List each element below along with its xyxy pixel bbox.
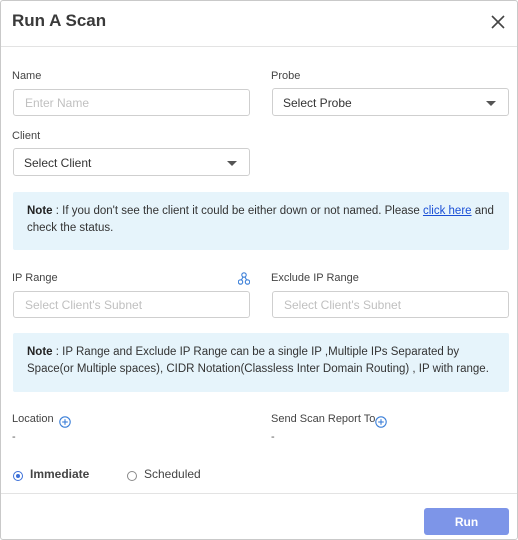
click-here-link[interactable]: click here: [423, 205, 472, 217]
location-value: -: [12, 431, 16, 443]
ip-range-note: Note : IP Range and Exclude IP Range can…: [13, 333, 509, 392]
location-label: Location: [12, 413, 54, 425]
immediate-label[interactable]: Immediate: [30, 467, 89, 481]
note-text: : IP Range and Exclude IP Range can be a…: [27, 346, 489, 375]
probe-select[interactable]: Select Probe: [272, 88, 509, 116]
exclude-ip-range-label: Exclude IP Range: [271, 272, 359, 284]
chevron-down-icon: [227, 161, 237, 166]
dialog-header: Run A Scan: [1, 1, 517, 47]
close-icon[interactable]: [487, 11, 509, 33]
note-prefix: Note: [27, 346, 53, 358]
client-label: Client: [12, 130, 41, 142]
name-label: Name: [12, 70, 42, 82]
client-selected-value: Select Client: [24, 156, 92, 170]
chevron-down-icon: [486, 101, 496, 106]
send-report-label: Send Scan Report To: [271, 413, 376, 425]
footer-divider: [1, 493, 517, 494]
run-button[interactable]: Run: [424, 508, 509, 535]
scheduled-radio[interactable]: [127, 471, 137, 481]
ip-range-label: IP Range: [12, 272, 58, 284]
note-text: : If you don't see the client it could b…: [52, 205, 423, 217]
immediate-radio[interactable]: [13, 471, 23, 481]
client-select[interactable]: Select Client: [13, 148, 250, 176]
add-recipient-icon[interactable]: [375, 415, 387, 428]
dialog-title: Run A Scan: [12, 11, 107, 30]
client-note: Note : If you don't see the client it co…: [13, 192, 509, 250]
exclude-ip-range-input[interactable]: [272, 291, 509, 318]
probe-label: Probe: [271, 70, 301, 82]
probe-selected-value: Select Probe: [283, 96, 352, 110]
run-scan-dialog: Run A Scan Name Probe Select Probe Clien…: [0, 0, 518, 540]
ip-range-input[interactable]: [13, 291, 250, 318]
network-icon[interactable]: [237, 272, 251, 285]
add-location-icon[interactable]: [59, 415, 71, 428]
scheduled-label[interactable]: Scheduled: [144, 467, 201, 481]
name-input[interactable]: [13, 89, 250, 116]
note-prefix: Note: [27, 205, 53, 217]
send-report-value: -: [271, 431, 275, 443]
